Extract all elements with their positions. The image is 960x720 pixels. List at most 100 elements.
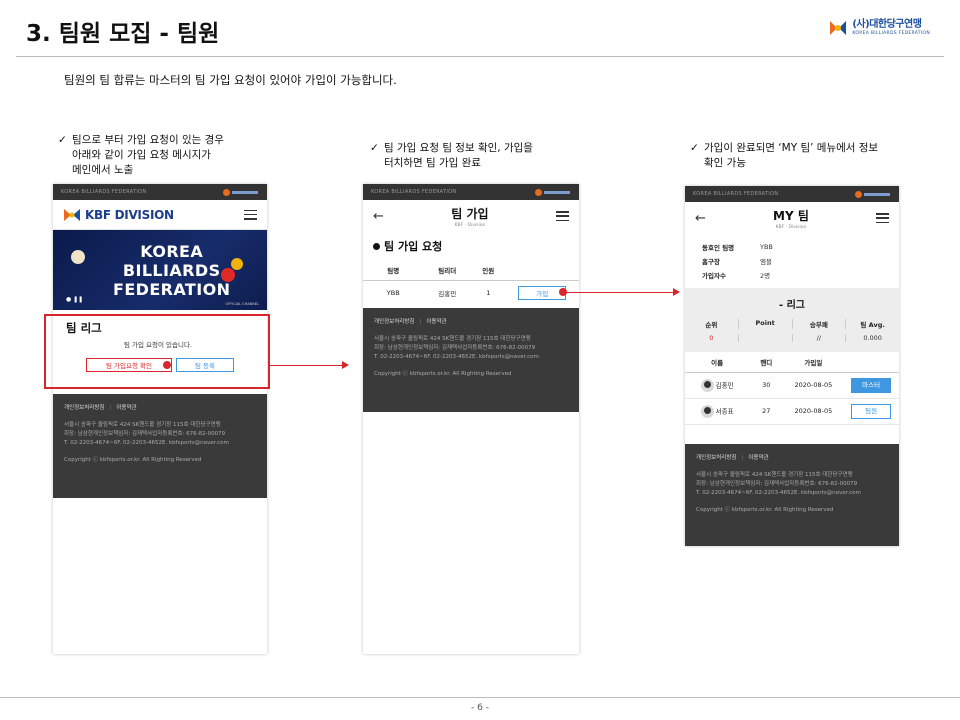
footer-contact: T. 02-2203-4674~6F. 02-2203-4652E. kbfsp… bbox=[64, 440, 229, 446]
privacy-policy-link[interactable]: 개인정보처리방침 bbox=[64, 405, 104, 411]
bottom-divider bbox=[0, 697, 960, 698]
privacy-policy-link[interactable]: 개인정보처리방침 bbox=[696, 455, 736, 461]
info-value: 2명 bbox=[760, 272, 771, 280]
banner-line: KOREA bbox=[140, 242, 204, 261]
terms-link[interactable]: 이용약관 bbox=[116, 405, 136, 411]
phone-header: KBF DIVISION bbox=[53, 200, 267, 230]
footer-rep: 회장: 남삼현개인정보책임자: 김재택사업자등록번호: 676-82-00079 bbox=[64, 431, 226, 437]
footer-copyright: Copyright ⓒ kbfsports.or.kr. All Rightin… bbox=[696, 507, 834, 513]
caption-step2: ✓ 팀 가입 요청 팀 정보 확인, 가입을 터치하면 팀 가입 완료 bbox=[370, 141, 533, 171]
master-role-button[interactable]: 마스터 bbox=[851, 377, 892, 393]
caption-line: 확인 가능 bbox=[704, 157, 746, 169]
record-value: // bbox=[793, 334, 847, 342]
pointer-dot bbox=[163, 361, 171, 369]
kbf-division-logo[interactable]: KBF DIVISION bbox=[63, 207, 174, 223]
member-name: 김홍민 bbox=[715, 381, 734, 389]
league-summary-values: 0 // 0.000 bbox=[685, 334, 899, 342]
phone-myteam-screen: KOREA BILLIARDS FEDERATION ← MY 팀 KBF · … bbox=[685, 186, 899, 546]
table-row: 김홍민 30 2020-08-05 마스터 bbox=[685, 372, 899, 399]
league-summary-panel: - 리그 순위 Point 승무패 팀 Avg. 0 // 0.000 bbox=[685, 288, 899, 352]
footer-contact: T. 02-2203-4674~6F. 02-2203-4652E. kbfsp… bbox=[374, 354, 539, 360]
billiard-ball-icon bbox=[231, 258, 243, 270]
check-icon: ✓ bbox=[370, 142, 379, 154]
footer-address: 서울시 송파구 올림픽로 424 SK핸드볼 경기장 115호 대한당구연맹 bbox=[64, 422, 221, 428]
top-bar-text: KOREA BILLIARDS FEDERATION bbox=[371, 189, 457, 195]
phone-footer: 개인정보처리방침 | 이용약관 서울시 송파구 올림픽로 424 SK핸드볼 경기장… bbox=[685, 444, 899, 546]
screen-title: 팀 가입 bbox=[451, 206, 489, 221]
check-icon: ✓ bbox=[58, 134, 67, 146]
intro-text: 팀원의 팀 합류는 마스터의 팀 가입 요청이 있어야 가입이 가능합니다. bbox=[64, 73, 397, 87]
member-role-cell: 마스터 bbox=[843, 372, 899, 399]
top-bar-text: KOREA BILLIARDS FEDERATION bbox=[693, 191, 779, 197]
page-title: 3. 팀원 모집 - 팀원 bbox=[26, 21, 220, 47]
member-handi: 30 bbox=[749, 372, 784, 399]
member-name-cell: 서종표 bbox=[685, 398, 750, 425]
hamburger-menu-icon[interactable] bbox=[244, 209, 257, 220]
info-key: 홈구장 bbox=[702, 258, 720, 266]
phone-header: ← MY 팀 KBF · Division bbox=[685, 202, 899, 234]
member-table: 이름 핸디 가입일 김홍민 30 2020-08-05 마스터 서종표 27 2… bbox=[685, 352, 899, 425]
member-count: 1 bbox=[486, 289, 491, 298]
member-join-date: 2020-08-05 bbox=[783, 398, 844, 425]
hamburger-menu-icon[interactable] bbox=[556, 211, 569, 221]
action-cell: 가입 bbox=[506, 280, 579, 306]
col-record: 승무패 bbox=[793, 319, 847, 329]
col-handi: 핸디 bbox=[749, 352, 784, 373]
phone-top-bar: KOREA BILLIARDS FEDERATION bbox=[53, 184, 267, 200]
info-value: 엠블 bbox=[760, 258, 772, 266]
member-role-button[interactable]: 팀원 bbox=[851, 403, 892, 419]
flow-arrow-line bbox=[566, 292, 673, 293]
arrow-right-icon bbox=[673, 288, 680, 296]
avatar bbox=[700, 378, 714, 392]
caption-line: 터치하면 팀 가입 완료 bbox=[384, 157, 481, 169]
section-title: 팀 가입 요청 bbox=[363, 232, 579, 260]
terms-link[interactable]: 이용약관 bbox=[748, 455, 768, 461]
info-value: YBB bbox=[760, 243, 773, 251]
league-summary-title: - 리그 bbox=[778, 300, 806, 311]
footer-copyright: Copyright ⓒ kbfsports.or.kr. All Rightin… bbox=[64, 457, 202, 463]
banner-line: BILLIARDS bbox=[122, 261, 221, 280]
col-role bbox=[843, 352, 899, 373]
brand-name: (사)대한당구연맹 bbox=[852, 18, 922, 30]
footer-links: 개인정보처리방침 | 이용약관 bbox=[64, 405, 137, 411]
team-name: YBB bbox=[386, 289, 400, 298]
play-pause-icon[interactable]: ● ❚❚ bbox=[66, 296, 83, 303]
back-arrow-icon[interactable]: ← bbox=[373, 209, 384, 224]
rank-value: 0 bbox=[685, 334, 739, 342]
league-request-message: 팀 가입 요청이 있습니다. bbox=[123, 341, 193, 349]
mini-logo-icon bbox=[223, 188, 259, 196]
section-title-text: 팀 가입 요청 bbox=[384, 240, 443, 253]
screen-subtitle: KBF · Division bbox=[454, 222, 486, 228]
check-icon: ✓ bbox=[690, 142, 699, 154]
col-avg: 팀 Avg. bbox=[860, 321, 885, 329]
hamburger-menu-icon[interactable] bbox=[875, 213, 889, 223]
footer-copyright: Copyright ⓒ kbfsports.or.kr. All Rightin… bbox=[374, 371, 512, 377]
top-bar-text: KOREA BILLIARDS FEDERATION bbox=[61, 189, 147, 195]
footer-address: 서울시 송파구 올림픽로 424 SK핸드볼 경기장 115호 대한당구연맹 bbox=[374, 336, 531, 342]
phone-top-bar: KOREA BILLIARDS FEDERATION bbox=[363, 184, 579, 200]
info-key: 가입자수 bbox=[702, 272, 726, 280]
avg-value: 0.000 bbox=[863, 334, 882, 342]
privacy-policy-link[interactable]: 개인정보처리방침 bbox=[374, 319, 414, 325]
col-rank: 순위 bbox=[685, 319, 739, 329]
bullet-icon bbox=[373, 242, 380, 250]
check-join-request-button[interactable]: 팀 가입요청 확인 bbox=[86, 358, 172, 372]
mini-logo-icon bbox=[855, 190, 891, 198]
team-info: 동호인 팀명 YBB 홈구장 엠블 가입자수 2명 bbox=[685, 234, 899, 282]
banner-title: KOREA BILLIARDS FEDERATION bbox=[113, 242, 230, 299]
back-arrow-icon[interactable]: ← bbox=[695, 211, 706, 226]
register-team-button[interactable]: 팀 등록 bbox=[176, 358, 234, 372]
phone-footer: 개인정보처리방침 | 이용약관 서울시 송파구 올림픽로 424 SK핸드볼 경기장… bbox=[53, 394, 267, 498]
avatar bbox=[700, 404, 714, 418]
col-name: 이름 bbox=[685, 352, 750, 373]
footer-contact: T. 02-2203-4674~6F. 02-2203-4652E. kbfsp… bbox=[696, 490, 861, 496]
col-team-name: 팀명 bbox=[363, 260, 424, 281]
member-handi: 27 bbox=[749, 398, 784, 425]
terms-link[interactable]: 이용약관 bbox=[426, 319, 446, 325]
page-number: - 6 - bbox=[471, 703, 489, 713]
footer-rep: 회장: 남삼현개인정보책임자: 김재택사업자등록번호: 676-82-00079 bbox=[374, 345, 536, 351]
footer-links: 개인정보처리방침 | 이용약관 bbox=[696, 455, 769, 461]
col-join-date: 가입일 bbox=[783, 352, 844, 373]
banner-badge: OFFICIAL CHANNEL bbox=[225, 302, 259, 306]
member-name: 서종표 bbox=[715, 407, 734, 415]
